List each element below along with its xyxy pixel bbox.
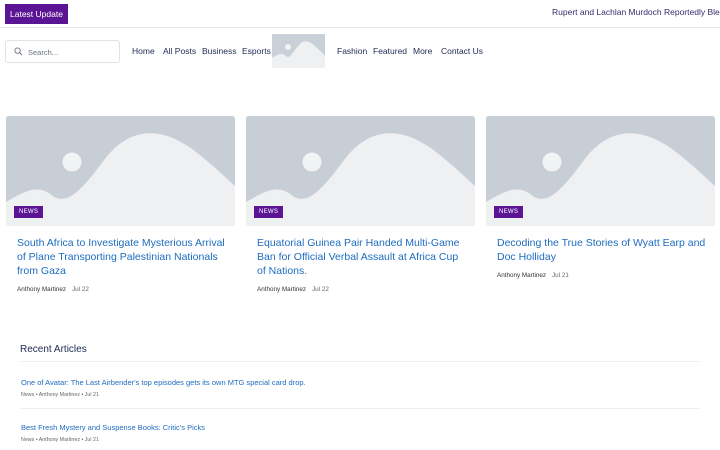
- featured-card[interactable]: NEWS Equatorial Guinea Pair Handed Multi…: [246, 116, 475, 293]
- nav-item-contact-us[interactable]: Contact Us: [441, 44, 483, 58]
- nav-item-fashion[interactable]: Fashion: [337, 44, 367, 58]
- recent-article-link[interactable]: Best Fresh Mystery and Suspense Books: C…: [21, 423, 205, 432]
- category-badge[interactable]: NEWS: [14, 206, 44, 218]
- site-logo[interactable]: [272, 34, 325, 68]
- list-item: One of Avatar: The Last Airbender's top …: [21, 378, 306, 398]
- card-author[interactable]: Anthony Martinez: [257, 286, 306, 293]
- list-item: Best Fresh Mystery and Suspense Books: C…: [21, 423, 205, 443]
- recent-articles-heading: Recent Articles: [20, 344, 87, 355]
- divider: [20, 408, 700, 409]
- nav-item-esports[interactable]: Esports: [242, 44, 271, 58]
- nav-item-all-posts[interactable]: All Posts: [163, 44, 196, 58]
- search-box[interactable]: [5, 40, 120, 63]
- card-date: Jul 21: [552, 272, 569, 279]
- featured-card[interactable]: NEWS South Africa to Investigate Mysteri…: [6, 116, 235, 293]
- card-author[interactable]: Anthony Martinez: [497, 272, 546, 279]
- card-date: Jul 22: [72, 286, 89, 293]
- recent-article-link[interactable]: One of Avatar: The Last Airbender's top …: [21, 378, 306, 387]
- nav-item-featured[interactable]: Featured: [373, 44, 407, 58]
- nav-item-more[interactable]: More: [413, 44, 432, 58]
- image-placeholder-icon: [272, 34, 325, 68]
- recent-article-meta: News • Anthony Martinez • Jul 21: [21, 437, 99, 443]
- ticker-headline-link[interactable]: Rupert and Lachlan Murdoch Reportedly Bl…: [552, 7, 720, 17]
- recent-article-meta: News • Anthony Martinez • Jul 21: [21, 392, 99, 398]
- card-title-link[interactable]: Decoding the True Stories of Wyatt Earp …: [497, 236, 709, 264]
- category-badge[interactable]: NEWS: [254, 206, 284, 218]
- card-title-link[interactable]: Equatorial Guinea Pair Handed Multi-Game…: [257, 236, 469, 278]
- ticker-bar: Latest Update Rupert and Lachlan Murdoch…: [0, 0, 720, 28]
- card-author[interactable]: Anthony Martinez: [17, 286, 66, 293]
- latest-update-badge: Latest Update: [5, 4, 68, 24]
- nav-item-business[interactable]: Business: [202, 44, 237, 58]
- card-image[interactable]: NEWS: [486, 116, 715, 226]
- search-input[interactable]: [28, 44, 116, 60]
- search-icon: [14, 47, 23, 56]
- category-badge[interactable]: NEWS: [494, 206, 524, 218]
- card-meta: Anthony Martinez Jul 22: [17, 286, 235, 293]
- card-image[interactable]: NEWS: [246, 116, 475, 226]
- divider: [20, 361, 700, 362]
- card-meta: Anthony Martinez Jul 22: [257, 286, 475, 293]
- card-meta: Anthony Martinez Jul 21: [497, 272, 715, 279]
- featured-card[interactable]: NEWS Decoding the True Stories of Wyatt …: [486, 116, 715, 279]
- card-title-link[interactable]: South Africa to Investigate Mysterious A…: [17, 236, 229, 278]
- card-image[interactable]: NEWS: [6, 116, 235, 226]
- card-date: Jul 22: [312, 286, 329, 293]
- nav-item-home[interactable]: Home: [132, 44, 155, 58]
